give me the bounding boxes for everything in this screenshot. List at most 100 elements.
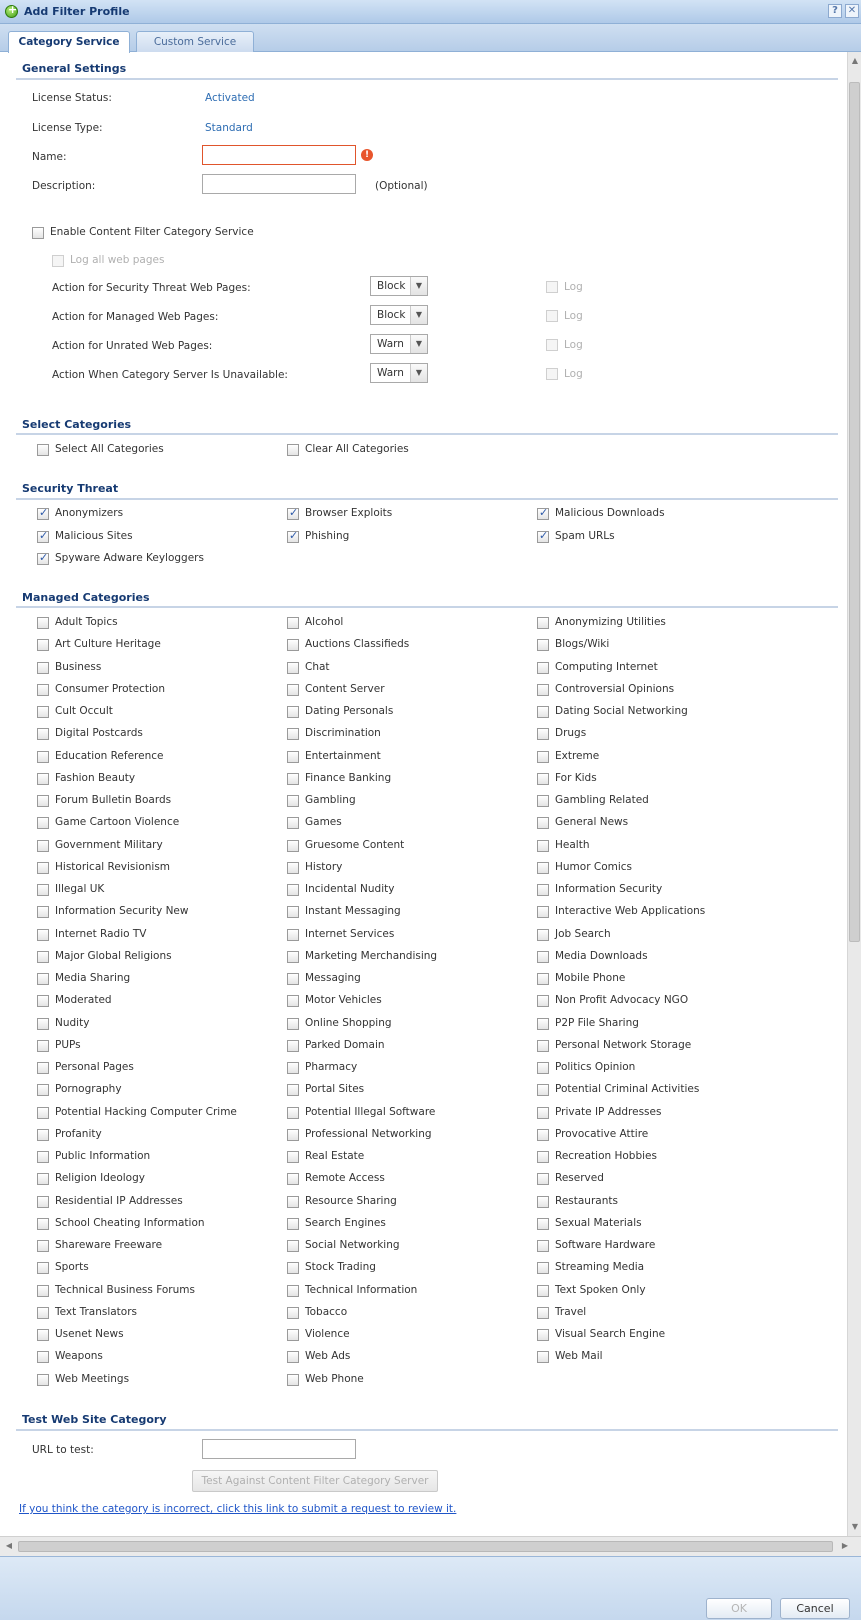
category-checkbox[interactable] <box>37 1173 49 1186</box>
category-checkbox[interactable] <box>537 1240 549 1252</box>
category-checkbox[interactable] <box>37 950 49 963</box>
category-checkbox[interactable] <box>287 1039 299 1052</box>
test-against-server-button[interactable]: Test Against Content Filter Category Ser… <box>192 1470 438 1492</box>
enable-content-filter-checkbox[interactable] <box>32 227 44 239</box>
category-checkbox[interactable] <box>37 995 49 1008</box>
category-checkbox[interactable] <box>287 928 299 941</box>
category-checkbox[interactable] <box>37 1195 49 1208</box>
clear-all-checkbox[interactable] <box>287 444 299 456</box>
submit-review-link[interactable]: If you think the category is incorrect, … <box>19 1503 456 1515</box>
cancel-button[interactable]: Cancel <box>780 1598 850 1619</box>
log-all-checkbox[interactable] <box>52 255 64 267</box>
category-checkbox[interactable] <box>37 1306 49 1319</box>
category-checkbox[interactable] <box>287 795 299 807</box>
category-checkbox[interactable] <box>287 772 299 785</box>
category-checkbox[interactable] <box>537 1195 549 1208</box>
category-checkbox[interactable] <box>37 529 49 543</box>
ok-button[interactable]: OK <box>706 1598 772 1619</box>
category-checkbox[interactable] <box>287 1240 299 1252</box>
close-icon[interactable]: ✕ <box>845 4 859 18</box>
category-checkbox[interactable] <box>37 817 49 830</box>
category-checkbox[interactable] <box>37 706 49 718</box>
category-checkbox[interactable] <box>37 1351 49 1364</box>
category-checkbox[interactable] <box>37 1039 49 1052</box>
category-checkbox[interactable] <box>37 973 49 985</box>
log-unrated-checkbox[interactable] <box>546 339 558 351</box>
category-checkbox[interactable] <box>537 861 549 874</box>
category-checkbox[interactable] <box>537 1284 549 1297</box>
category-checkbox[interactable] <box>537 817 549 830</box>
category-checkbox[interactable] <box>37 683 49 696</box>
category-checkbox[interactable] <box>537 950 549 963</box>
category-checkbox[interactable] <box>287 950 299 963</box>
category-checkbox[interactable] <box>537 639 549 652</box>
category-checkbox[interactable] <box>287 706 299 718</box>
category-checkbox[interactable] <box>537 750 549 763</box>
category-checkbox[interactable] <box>287 1373 299 1386</box>
category-checkbox[interactable] <box>287 817 299 830</box>
category-checkbox[interactable] <box>287 1017 299 1030</box>
description-input[interactable] <box>202 174 356 194</box>
category-checkbox[interactable] <box>287 1262 299 1275</box>
category-checkbox[interactable] <box>287 1062 299 1074</box>
category-checkbox[interactable] <box>287 861 299 874</box>
category-checkbox[interactable] <box>287 973 299 985</box>
category-checkbox[interactable] <box>287 1106 299 1119</box>
select-all-checkbox[interactable] <box>37 444 49 456</box>
category-checkbox[interactable] <box>37 1017 49 1030</box>
category-checkbox[interactable] <box>287 1151 299 1163</box>
category-checkbox[interactable] <box>287 617 299 629</box>
category-checkbox[interactable] <box>537 1151 549 1163</box>
category-checkbox[interactable] <box>537 683 549 696</box>
category-checkbox[interactable] <box>37 1128 49 1141</box>
vertical-scrollbar[interactable]: ▲ ▼ <box>847 52 861 1536</box>
category-checkbox[interactable] <box>537 906 549 919</box>
category-checkbox[interactable] <box>287 661 299 674</box>
category-checkbox[interactable] <box>537 839 549 852</box>
scroll-right-icon[interactable]: ▶ <box>838 1539 852 1553</box>
category-checkbox[interactable] <box>537 1217 549 1230</box>
category-checkbox[interactable] <box>37 1084 49 1097</box>
horizontal-scrollbar[interactable]: ◀ ▶ <box>0 1536 861 1556</box>
category-checkbox[interactable] <box>37 639 49 652</box>
category-checkbox[interactable] <box>537 1351 549 1364</box>
category-checkbox[interactable] <box>537 1084 549 1097</box>
name-input[interactable] <box>202 145 356 165</box>
category-checkbox[interactable] <box>537 884 549 896</box>
url-to-test-input[interactable] <box>202 1439 356 1459</box>
scrollbar-thumb[interactable] <box>18 1541 833 1552</box>
category-checkbox[interactable] <box>37 839 49 852</box>
category-checkbox[interactable] <box>537 1306 549 1319</box>
category-checkbox[interactable] <box>37 1062 49 1074</box>
category-checkbox[interactable] <box>537 1039 549 1052</box>
category-checkbox[interactable] <box>37 772 49 785</box>
action-unrated-select[interactable]: Warn ▼ <box>370 334 428 354</box>
category-checkbox[interactable] <box>537 995 549 1008</box>
category-checkbox[interactable] <box>287 1351 299 1364</box>
category-checkbox[interactable] <box>37 1284 49 1297</box>
action-server-unavailable-select[interactable]: Warn ▼ <box>370 363 428 383</box>
category-checkbox[interactable] <box>537 506 549 520</box>
category-checkbox[interactable] <box>287 639 299 652</box>
category-checkbox[interactable] <box>537 1017 549 1030</box>
category-checkbox[interactable] <box>287 1217 299 1230</box>
category-checkbox[interactable] <box>37 728 49 741</box>
category-checkbox[interactable] <box>37 906 49 919</box>
category-checkbox[interactable] <box>537 706 549 718</box>
category-checkbox[interactable] <box>287 839 299 852</box>
category-checkbox[interactable] <box>287 1128 299 1141</box>
category-checkbox[interactable] <box>287 995 299 1008</box>
action-security-threat-select[interactable]: Block ▼ <box>370 276 428 296</box>
log-security-threat-checkbox[interactable] <box>546 281 558 293</box>
category-checkbox[interactable] <box>37 928 49 941</box>
scroll-left-icon[interactable]: ◀ <box>2 1539 16 1553</box>
category-checkbox[interactable] <box>37 617 49 629</box>
category-checkbox[interactable] <box>37 1262 49 1275</box>
category-checkbox[interactable] <box>287 1195 299 1208</box>
category-checkbox[interactable] <box>37 1373 49 1386</box>
category-checkbox[interactable] <box>37 1151 49 1163</box>
category-checkbox[interactable] <box>37 551 49 565</box>
category-checkbox[interactable] <box>537 661 549 674</box>
category-checkbox[interactable] <box>37 1106 49 1119</box>
category-checkbox[interactable] <box>287 506 299 520</box>
